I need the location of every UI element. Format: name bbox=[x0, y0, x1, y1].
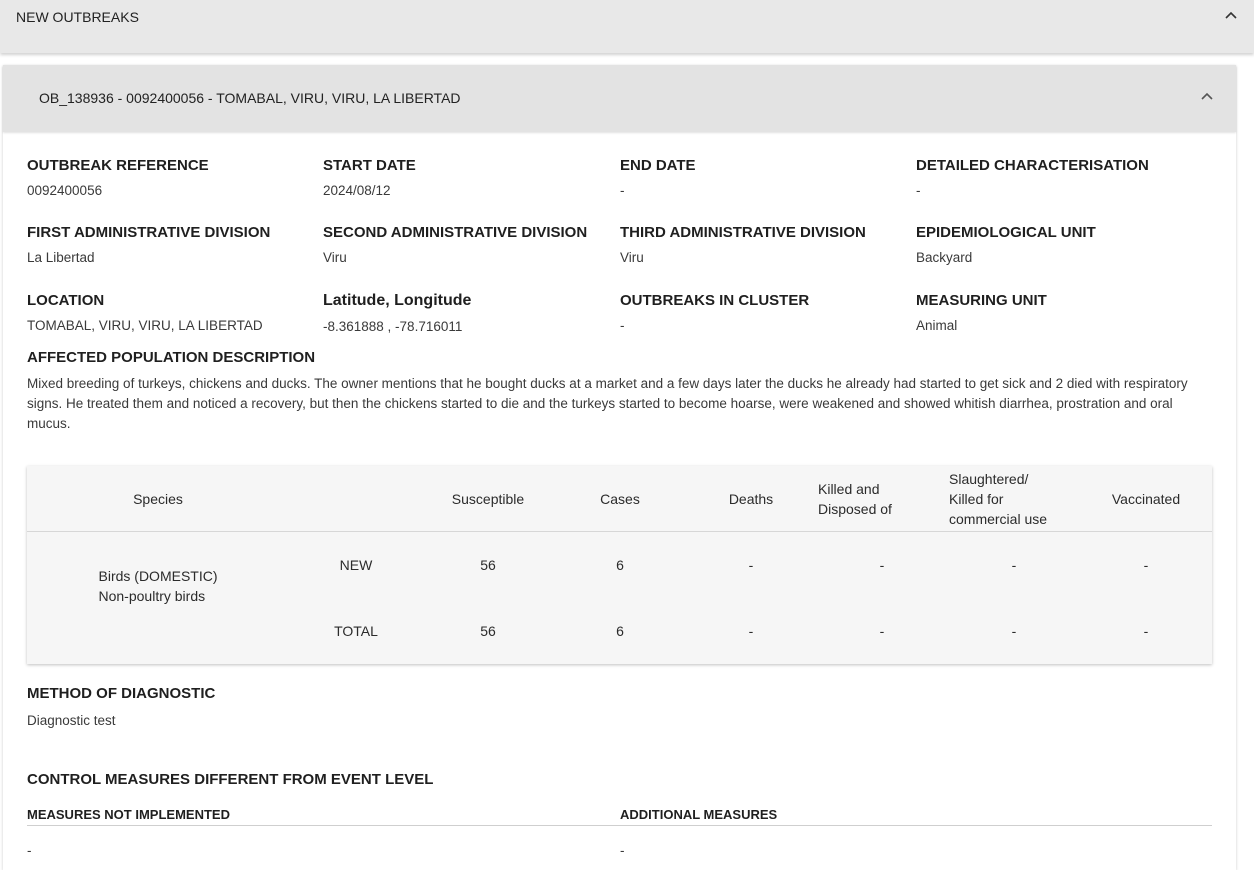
col-header-line: commercial use bbox=[949, 511, 1048, 527]
species-cell: Birds (DOMESTIC) Non-poultry birds bbox=[99, 566, 218, 606]
species-subtype: Non-poultry birds bbox=[98, 588, 206, 604]
cell-susceptible: 56 bbox=[480, 557, 496, 573]
cell-killed: - bbox=[879, 557, 885, 573]
chevron-up-icon[interactable] bbox=[1199, 88, 1215, 104]
field-label: EPIDEMIOLOGICAL UNIT bbox=[916, 224, 1096, 241]
additional-measures-value: - bbox=[620, 843, 625, 858]
species-table: Species Susceptible Cases Deaths Killed … bbox=[27, 466, 1212, 664]
col-header-line: Slaughtered/ bbox=[949, 471, 1029, 487]
field-second-admin-division: SECOND ADMINISTRATIVE DIVISION Viru bbox=[323, 224, 587, 265]
field-value: -8.361888 , -78.716011 bbox=[323, 319, 463, 334]
field-label: Latitude, Longitude bbox=[323, 292, 472, 309]
field-end-date: END DATE - bbox=[620, 157, 696, 198]
field-label: FIRST ADMINISTRATIVE DIVISION bbox=[27, 224, 271, 241]
col-header-killed-disposed: Killed and Disposed of bbox=[818, 479, 892, 519]
field-value: - bbox=[916, 183, 921, 198]
field-lat-long: Latitude, Longitude -8.361888 , -78.7160… bbox=[323, 292, 471, 334]
cell-slaughtered: - bbox=[1011, 623, 1017, 639]
field-value: Backyard bbox=[916, 250, 973, 265]
new-outbreaks-panel-header[interactable]: NEW OUTBREAKS bbox=[0, 0, 1254, 53]
field-value: Viru bbox=[323, 250, 347, 265]
cell-slaughtered: - bbox=[1011, 557, 1017, 573]
affected-population-text: Mixed breeding of turkeys, chickens and … bbox=[27, 376, 1188, 431]
col-header-vaccinated: Vaccinated bbox=[1111, 491, 1181, 507]
cell-vaccinated: - bbox=[1143, 557, 1149, 573]
field-outbreaks-in-cluster: OUTBREAKS IN CLUSTER - bbox=[620, 292, 809, 333]
field-epidemiological-unit: EPIDEMIOLOGICAL UNIT Backyard bbox=[916, 224, 1096, 265]
col-header-line: Killed for bbox=[949, 491, 1004, 507]
cell-cases: 6 bbox=[616, 557, 624, 573]
field-detailed-characterisation: DETAILED CHARACTERISATION - bbox=[916, 157, 1149, 198]
field-third-admin-division: THIRD ADMINISTRATIVE DIVISION Viru bbox=[620, 224, 866, 265]
col-header-slaughtered: Slaughtered/ Killed for commercial use bbox=[949, 469, 1047, 529]
col-header-species: Species bbox=[133, 491, 183, 507]
measures-not-implemented-value: - bbox=[27, 843, 32, 858]
field-start-date: START DATE 2024/08/12 bbox=[323, 157, 416, 198]
field-value: TOMABAL, VIRU, VIRU, LA LIBERTAD bbox=[27, 318, 263, 333]
chevron-up-icon[interactable] bbox=[1223, 7, 1239, 23]
cell-susceptible: 56 bbox=[480, 623, 496, 639]
field-label: START DATE bbox=[323, 157, 416, 174]
col-header-line: Disposed of bbox=[818, 501, 892, 517]
field-value: Viru bbox=[620, 250, 644, 265]
field-outbreak-reference: OUTBREAK REFERENCE 0092400056 bbox=[27, 157, 209, 198]
field-label: END DATE bbox=[620, 157, 696, 174]
field-value: 0092400056 bbox=[27, 183, 103, 198]
field-label: OUTBREAK REFERENCE bbox=[27, 157, 209, 174]
col-header-susceptible: Susceptible bbox=[451, 491, 525, 507]
col-header-line: Killed and bbox=[818, 481, 880, 497]
field-first-admin-division: FIRST ADMINISTRATIVE DIVISION La Liberta… bbox=[27, 224, 270, 265]
additional-measures-label: ADDITIONAL MEASURES bbox=[620, 807, 778, 822]
row-type-total: TOTAL bbox=[334, 623, 378, 639]
field-value: La Libertad bbox=[27, 250, 95, 265]
row-type-new: NEW bbox=[339, 557, 373, 573]
species-name: Birds (DOMESTIC) bbox=[98, 568, 218, 584]
cell-deaths: - bbox=[748, 623, 754, 639]
measures-not-implemented-label: MEASURES NOT IMPLEMENTED bbox=[27, 807, 230, 822]
field-location: LOCATION TOMABAL, VIRU, VIRU, LA LIBERTA… bbox=[27, 292, 263, 333]
divider bbox=[27, 825, 1212, 826]
col-header-cases: Cases bbox=[600, 491, 640, 507]
field-label: THIRD ADMINISTRATIVE DIVISION bbox=[620, 224, 866, 241]
col-header-deaths: Deaths bbox=[728, 491, 774, 507]
field-measuring-unit: MEASURING UNIT Animal bbox=[916, 292, 1047, 333]
diagnostic-label: METHOD OF DIAGNOSTIC bbox=[27, 685, 216, 702]
cell-deaths: - bbox=[748, 557, 754, 573]
affected-population-label: AFFECTED POPULATION DESCRIPTION bbox=[27, 349, 316, 366]
cell-killed: - bbox=[879, 623, 885, 639]
field-value: - bbox=[620, 183, 625, 198]
field-value: 2024/08/12 bbox=[323, 183, 391, 198]
field-value: - bbox=[620, 318, 625, 333]
outbreak-header[interactable]: OB_138936 - 0092400056 - TOMABAL, VIRU, … bbox=[3, 65, 1236, 132]
field-label: SECOND ADMINISTRATIVE DIVISION bbox=[323, 224, 588, 241]
field-label: OUTBREAKS IN CLUSTER bbox=[620, 292, 810, 309]
control-measures-label: CONTROL MEASURES DIFFERENT FROM EVENT LE… bbox=[27, 771, 434, 788]
outbreak-title: OB_138936 - 0092400056 - TOMABAL, VIRU, … bbox=[39, 90, 461, 106]
diagnostic-value: Diagnostic test bbox=[27, 713, 116, 728]
field-label: DETAILED CHARACTERISATION bbox=[916, 157, 1149, 174]
panel-title: NEW OUTBREAKS bbox=[16, 9, 139, 25]
cell-cases: 6 bbox=[616, 623, 624, 639]
field-label: MEASURING UNIT bbox=[916, 292, 1047, 309]
affected-population-section: AFFECTED POPULATION DESCRIPTION Mixed br… bbox=[27, 349, 1217, 434]
cell-vaccinated: - bbox=[1143, 623, 1149, 639]
field-value: Animal bbox=[916, 318, 958, 333]
field-label: LOCATION bbox=[27, 292, 105, 309]
